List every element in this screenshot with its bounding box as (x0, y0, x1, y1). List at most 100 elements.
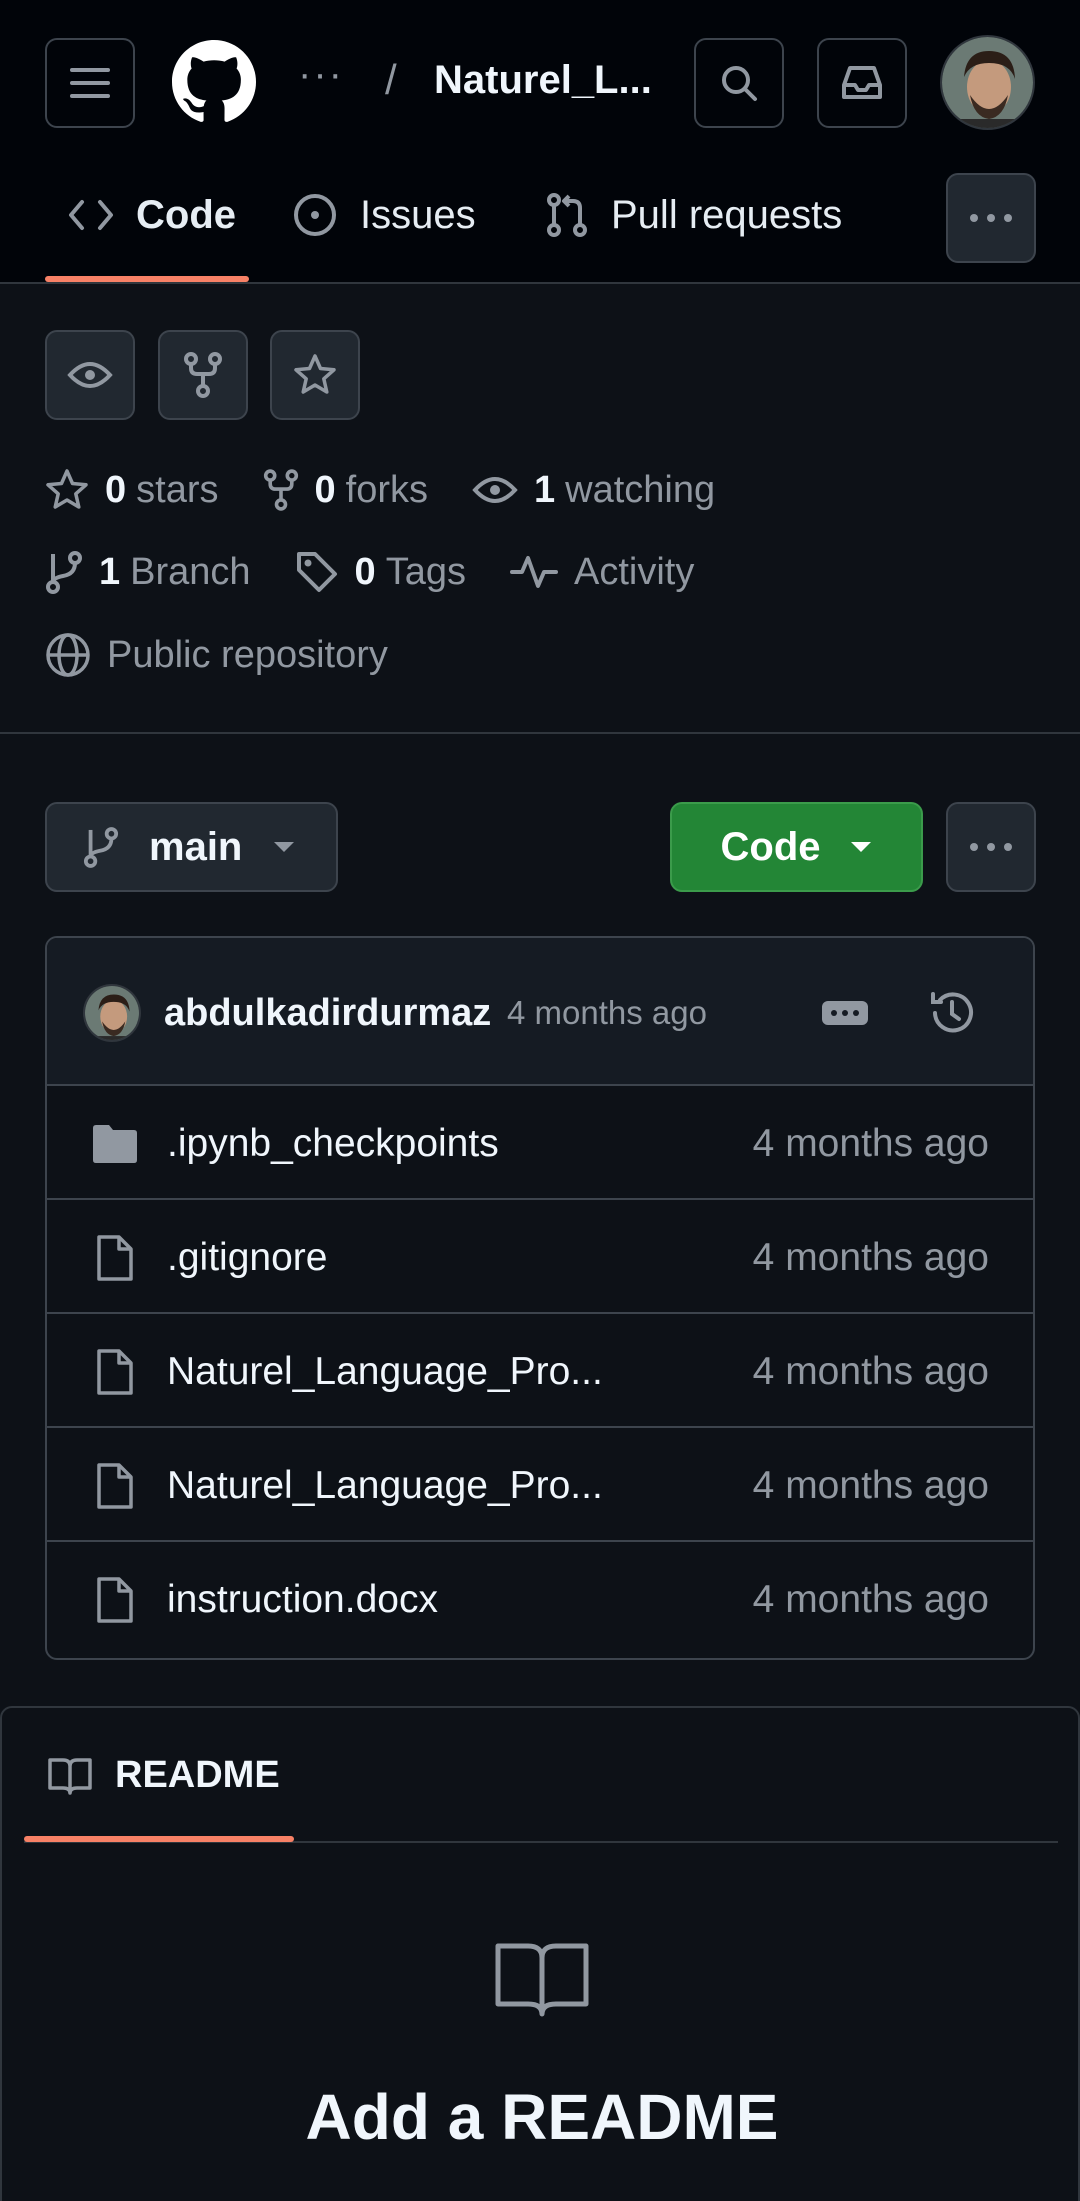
eye-icon (472, 477, 518, 503)
file-row[interactable]: instruction.docx 4 months ago (47, 1542, 1033, 1656)
tabs-more-button[interactable] (946, 173, 1036, 263)
forks-count: 0 (314, 468, 336, 511)
book-icon (48, 1757, 92, 1795)
tab-code[interactable]: Code (68, 180, 236, 250)
tab-issues[interactable]: Issues (292, 180, 476, 250)
ellipsis-icon (822, 1001, 868, 1025)
top-navbar: ··· / Naturel_L... Code Issues Pull requ… (0, 0, 1080, 284)
file-time: 4 months ago (752, 1350, 989, 1393)
stars-label: stars (136, 468, 219, 511)
globe-icon (46, 633, 90, 677)
watch-button[interactable] (45, 330, 135, 420)
file-icon (97, 1235, 133, 1281)
commit-author-name[interactable]: abdulkadirdurmaz (164, 992, 491, 1035)
star-button[interactable] (270, 330, 360, 420)
file-name[interactable]: .ipynb_checkpoints (167, 1122, 499, 1166)
pulse-icon (509, 556, 558, 588)
repo-more-button[interactable] (946, 802, 1036, 892)
fork-icon (184, 352, 222, 398)
tab-code-label: Code (136, 192, 236, 237)
breadcrumb-separator: / (385, 56, 397, 103)
code-dropdown-button[interactable]: Code (670, 802, 923, 892)
search-button[interactable] (694, 38, 784, 128)
tags-count: 0 (354, 550, 376, 593)
code-button-label: Code (720, 824, 821, 869)
file-time: 4 months ago (752, 1578, 989, 1621)
stars-link[interactable]: 0 stars (45, 468, 219, 512)
file-name[interactable]: instruction.docx (167, 1578, 438, 1622)
latest-commit-row: abdulkadirdurmaz 4 months ago (47, 938, 1033, 1086)
code-icon (69, 200, 113, 230)
tab-issues-label: Issues (360, 192, 476, 237)
readme-tab[interactable]: README (47, 1754, 280, 1797)
file-icon (97, 1463, 133, 1509)
kebab-horizontal-icon (970, 843, 1012, 851)
star-icon (46, 469, 88, 509)
pull-request-icon (547, 193, 587, 237)
tab-pull-requests[interactable]: Pull requests (545, 180, 842, 250)
watching-label: watching (565, 468, 716, 511)
history-icon[interactable] (927, 988, 977, 1038)
tab-pull-requests-label: Pull requests (611, 192, 843, 237)
commit-author-avatar[interactable] (83, 984, 141, 1042)
hamburger-icon (70, 68, 110, 98)
caret-down-icon (274, 842, 295, 852)
eye-icon (67, 362, 113, 388)
branches-link[interactable]: 1 Branch (45, 550, 251, 594)
activity-label: Activity (573, 550, 695, 593)
branch-label: Branch (130, 550, 251, 593)
branch-count: 1 (99, 550, 121, 593)
breadcrumb-ellipsis[interactable]: ··· (298, 52, 344, 97)
tag-icon (296, 552, 337, 592)
repo-stats-row: 0 stars 0 forks 1 watching (45, 468, 759, 512)
file-name[interactable]: Naturel_Language_Pro... (167, 1464, 603, 1508)
star-icon (294, 354, 336, 394)
forks-link[interactable]: 0 forks (263, 468, 428, 512)
fork-button[interactable] (158, 330, 248, 420)
visibility-row: Public repository (45, 632, 432, 678)
issue-icon (294, 194, 336, 236)
readme-panel: README Add a README (0, 1706, 1080, 2201)
readme-empty-title: Add a README (305, 2081, 779, 2153)
tags-link[interactable]: 0 Tags (295, 550, 466, 594)
branch-name: main (149, 824, 243, 869)
active-tab-indicator (45, 276, 249, 282)
watching-count: 1 (534, 468, 556, 511)
file-time: 4 months ago (752, 1236, 989, 1279)
forks-label: forks (345, 468, 428, 511)
user-avatar[interactable] (940, 35, 1035, 130)
folder-icon (93, 1125, 137, 1163)
branch-icon (46, 551, 82, 594)
file-icon (97, 1577, 133, 1623)
fork-icon (263, 469, 298, 511)
file-row[interactable]: .gitignore 4 months ago (47, 1200, 1033, 1314)
search-icon (722, 66, 757, 101)
menu-button[interactable] (45, 38, 135, 128)
file-name[interactable]: Naturel_Language_Pro... (167, 1350, 603, 1394)
visibility-info: Public repository (45, 632, 388, 678)
file-row[interactable]: .ipynb_checkpoints 4 months ago (47, 1086, 1033, 1200)
visibility-label: Public repository (107, 633, 388, 676)
readme-tab-label: README (115, 1754, 280, 1796)
file-row[interactable]: Naturel_Language_Pro... 4 months ago (47, 1428, 1033, 1542)
repo-refs-row: 1 Branch 0 Tags Activity (45, 550, 738, 594)
file-name[interactable]: .gitignore (167, 1236, 327, 1280)
file-row[interactable]: Naturel_Language_Pro... 4 months ago (47, 1314, 1033, 1428)
watching-link[interactable]: 1 watching (472, 469, 715, 512)
commit-time: 4 months ago (507, 994, 707, 1031)
repo-name-link[interactable]: Naturel_L... (434, 58, 652, 103)
readme-active-indicator (24, 1836, 294, 1842)
section-divider (0, 732, 1080, 734)
branch-selector[interactable]: main (45, 802, 338, 892)
file-icon (97, 1349, 133, 1395)
activity-link[interactable]: Activity (509, 550, 695, 594)
stars-count: 0 (105, 468, 127, 511)
commit-message-toggle[interactable] (817, 990, 873, 1036)
tags-label: Tags (385, 550, 466, 593)
file-time: 4 months ago (752, 1464, 989, 1507)
kebab-horizontal-icon (970, 214, 1012, 222)
github-logo-icon[interactable] (172, 40, 256, 124)
inbox-button[interactable] (817, 38, 907, 128)
branch-icon (83, 827, 119, 868)
file-time: 4 months ago (752, 1122, 989, 1165)
